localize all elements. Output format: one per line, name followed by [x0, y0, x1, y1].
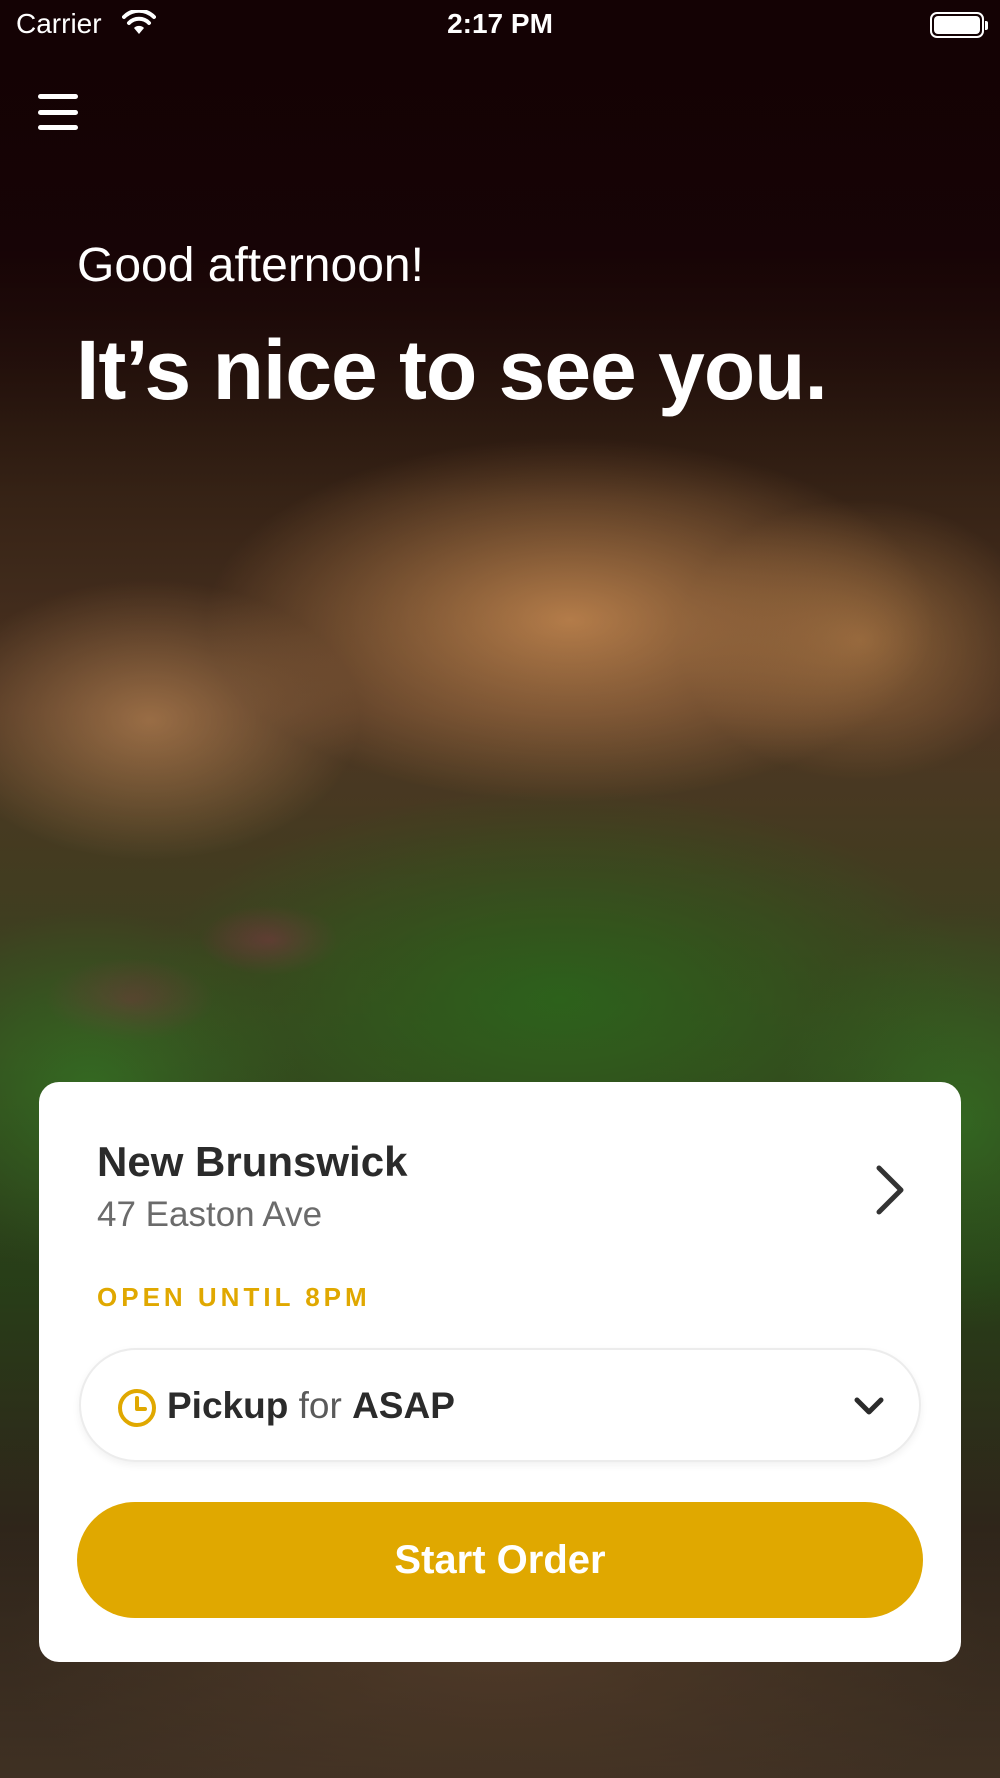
hamburger-menu-icon[interactable]	[36, 92, 80, 132]
status-bar: Carrier 2:17 PM	[0, 0, 1000, 50]
greeting-text: Good afternoon!	[77, 239, 424, 292]
chevron-down-icon	[854, 1397, 884, 1415]
order-method: Pickup	[167, 1385, 289, 1426]
location-address[interactable]: 47 Easton Ave	[97, 1195, 322, 1235]
order-mode-dropdown[interactable]: Pickup for ASAP	[79, 1348, 921, 1462]
location-name[interactable]: New Brunswick	[97, 1138, 407, 1186]
location-card: New Brunswick 47 Easton Ave OPEN UNTIL 8…	[39, 1082, 961, 1662]
battery-icon	[930, 12, 988, 38]
clock-icon	[118, 1389, 156, 1427]
headline-text: It’s nice to see you.	[76, 323, 828, 417]
status-time: 2:17 PM	[447, 8, 553, 39]
hours-status: OPEN UNTIL 8PM	[97, 1282, 371, 1312]
order-time: ASAP	[352, 1385, 455, 1426]
start-order-button[interactable]: Start Order	[77, 1502, 923, 1618]
order-connector: for	[298, 1385, 342, 1426]
chevron-right-icon[interactable]	[869, 1162, 913, 1218]
order-mode-label: Pickup for ASAP	[167, 1385, 455, 1427]
